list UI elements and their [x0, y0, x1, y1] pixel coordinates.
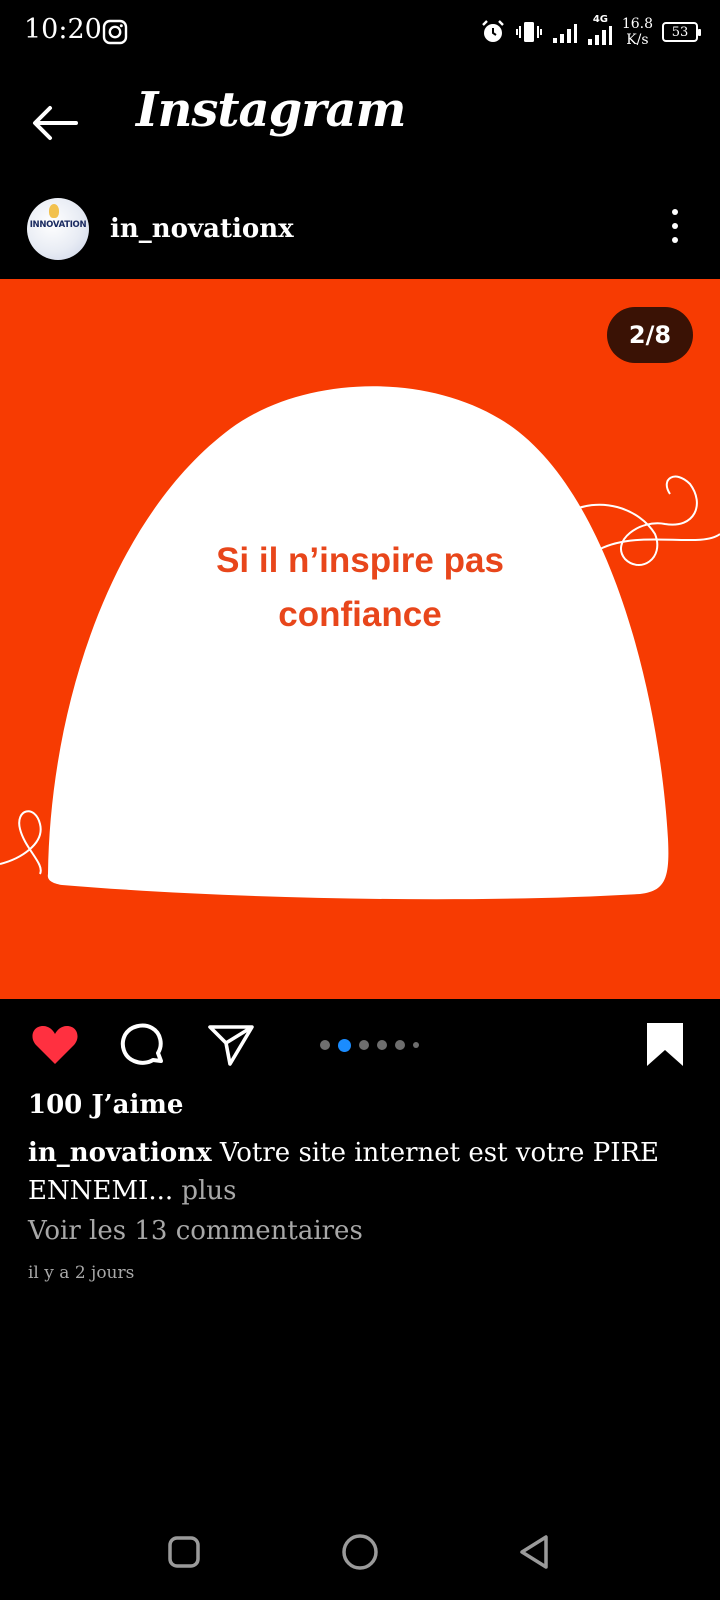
avatar-logo-text: INNOVATION	[29, 220, 87, 230]
signal-4g-icon: 4G	[587, 14, 613, 47]
app-header: Instagram	[0, 64, 720, 186]
speed-unit: K/s	[626, 32, 649, 48]
post-image[interactable]: 2/8 Si il n’inspire pas confiance	[0, 279, 720, 999]
slide-text: Si il n’inspire pas confiance	[216, 541, 504, 634]
carousel-indicator	[320, 1038, 419, 1052]
caption-more-link[interactable]: plus	[181, 1176, 236, 1206]
signal-icon	[552, 24, 577, 43]
caption-username[interactable]: in_novationx	[28, 1138, 212, 1168]
likes-count[interactable]: 100 J’aime	[28, 1090, 183, 1120]
decorative-swirl-left	[0, 810, 42, 875]
carousel-dot	[320, 1040, 330, 1050]
more-options-icon[interactable]	[662, 206, 688, 246]
post-timestamp: il y a 2 jours	[28, 1263, 135, 1283]
send-icon[interactable]	[206, 1020, 256, 1070]
alarm-icon	[481, 20, 504, 42]
comment-icon[interactable]	[118, 1020, 168, 1070]
post-username[interactable]: in_novationx	[110, 214, 294, 244]
speed-value: 16.8	[621, 16, 653, 32]
status-icons: 4G 16.8 K/s 53	[480, 14, 701, 50]
post-header: INNOVATION in_novationx	[0, 186, 720, 278]
view-comments-link[interactable]: Voir les 13 commentaires	[28, 1216, 363, 1246]
carousel-dot	[395, 1040, 405, 1050]
app-title: Instagram	[136, 82, 406, 138]
carousel-dot	[413, 1042, 419, 1048]
battery-level: 53	[671, 24, 689, 40]
bookmark-icon[interactable]	[640, 1020, 690, 1070]
instagram-notification-icon	[102, 19, 128, 45]
carousel-dot	[377, 1040, 387, 1050]
heart-icon[interactable]	[30, 1020, 80, 1070]
network-speed: 16.8 K/s	[622, 16, 653, 48]
carousel-dot	[359, 1040, 369, 1050]
white-shape	[47, 386, 669, 900]
avatar[interactable]: INNOVATION	[27, 198, 89, 260]
recent-apps-icon[interactable]	[162, 1530, 206, 1574]
status-bar: 10:20 4G 16.8 K/s 53	[0, 0, 720, 64]
system-nav-bar	[0, 1516, 720, 1590]
back-nav-icon[interactable]	[514, 1530, 558, 1574]
back-arrow-icon[interactable]	[30, 98, 80, 148]
carousel-dot	[338, 1038, 351, 1052]
vibrate-icon	[515, 22, 542, 42]
action-bar	[0, 1000, 720, 1088]
slide-counter: 2/8	[607, 307, 693, 363]
status-time: 10:20	[24, 14, 102, 45]
battery-icon: 53	[662, 22, 701, 42]
home-icon[interactable]	[338, 1530, 382, 1574]
post-caption: in_novationx Votre site internet est vot…	[28, 1134, 688, 1210]
avatar-bulb-icon	[49, 204, 59, 218]
